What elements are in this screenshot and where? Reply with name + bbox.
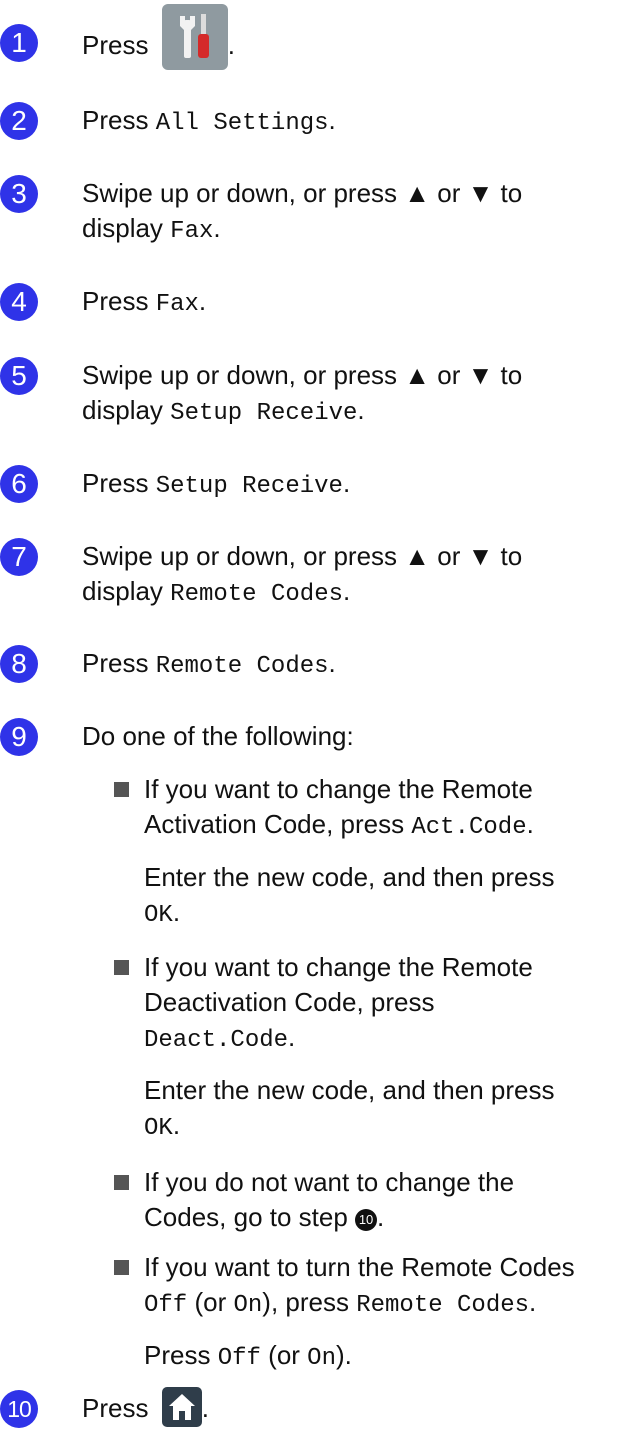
- bullet-square: [114, 960, 129, 975]
- house-icon: [168, 1394, 195, 1421]
- step-number-badge: 8: [0, 645, 38, 683]
- step-number-badge: 10: [0, 1390, 38, 1428]
- bullet-square: [114, 782, 129, 797]
- press-word: Press: [82, 648, 149, 678]
- menu-code: Act.Code: [411, 814, 527, 841]
- step-reference-badge: 10: [355, 1209, 378, 1231]
- menu-code: Fax: [155, 291, 199, 318]
- bullet-square: [114, 1260, 129, 1275]
- tools-settings-icon[interactable]: [161, 4, 228, 70]
- step-number-badge: 6: [0, 465, 38, 503]
- option-deact-sub: Enter the new code, and then press OK.: [144, 1075, 555, 1142]
- press-word: Press: [82, 286, 149, 316]
- step-line: display Fax.: [82, 213, 221, 245]
- menu-code: Remote Codes: [170, 581, 343, 608]
- step-text: Press .: [82, 4, 622, 70]
- step-line: display Setup Receive.: [82, 395, 365, 427]
- step-text: Do one of the following:: [82, 721, 354, 751]
- step-number-badge: 5: [0, 357, 38, 395]
- press-word: Press: [82, 105, 149, 135]
- step-number-badge: 3: [0, 175, 38, 213]
- press-word: Press: [82, 1393, 149, 1423]
- step-text: Press Setup Receive.: [82, 468, 351, 500]
- step-text: Swipe up or down, or press ▲ or ▼ to dis…: [82, 176, 622, 249]
- option-toggle-sub: Press Off (or On).: [144, 1340, 352, 1372]
- step-number-badge: 9: [0, 718, 38, 756]
- step-text: Press .: [82, 1387, 622, 1428]
- wrench-screwdriver-icon: [179, 14, 209, 58]
- step-text: Press All Settings.: [82, 105, 336, 137]
- step-text: Press Fax.: [82, 286, 207, 318]
- menu-code: All Settings: [155, 110, 329, 137]
- menu-code: Setup Receive: [170, 400, 358, 427]
- step-text: Swipe up or down, or press ▲ or ▼ to dis…: [82, 539, 622, 612]
- press-word: Press: [82, 468, 149, 498]
- step-line: Swipe up or down, or press ▲ or ▼ to: [82, 178, 523, 208]
- home-icon[interactable]: [161, 1387, 202, 1428]
- step-line: Swipe up or down, or press ▲ or ▼ to: [82, 360, 523, 390]
- menu-code: Fax: [170, 218, 214, 245]
- press-word: Press: [82, 29, 149, 60]
- menu-code: OK: [144, 1115, 173, 1142]
- option-act-sub: Enter the new code, and then press OK.: [144, 862, 555, 929]
- step-number-badge: 4: [0, 283, 38, 321]
- menu-code: Setup Receive: [155, 473, 343, 500]
- step-text: Press Remote Codes.: [82, 648, 336, 680]
- menu-code: OK: [144, 902, 173, 929]
- bullet-square: [114, 1175, 129, 1190]
- menu-code: Remote Codes: [356, 1292, 530, 1319]
- step-text: Swipe up or down, or press ▲ or ▼ to dis…: [82, 358, 622, 431]
- step-number-badge: 7: [0, 538, 38, 576]
- step-line: Swipe up or down, or press ▲ or ▼ to: [82, 541, 523, 571]
- step-line: display Remote Codes.: [82, 576, 351, 608]
- menu-code: Deact.Code: [144, 1027, 289, 1054]
- step-number-badge: 1: [0, 24, 38, 62]
- menu-code: Remote Codes: [155, 653, 329, 680]
- step-number-badge: 2: [0, 102, 38, 140]
